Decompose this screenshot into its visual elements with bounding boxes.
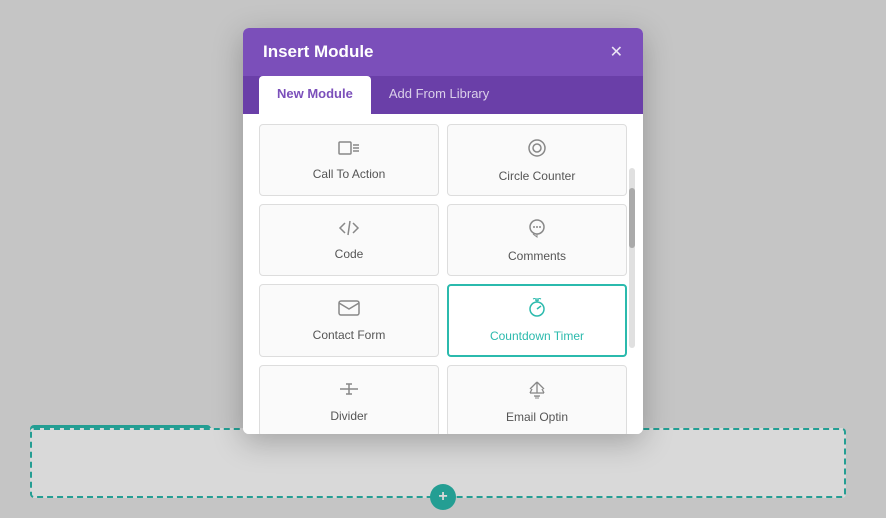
comments-label: Comments (508, 249, 566, 263)
divider-label: Divider (330, 409, 367, 423)
modal-close-button[interactable]: ✕ (610, 42, 623, 62)
module-email-optin[interactable]: Email Optin (447, 365, 627, 434)
countdown-timer-icon (527, 298, 547, 323)
tab-new-module[interactable]: New Module (259, 76, 371, 114)
contact-form-icon (338, 299, 360, 322)
call-to-action-label: Call To Action (313, 167, 386, 181)
tab-bar: New Module Add From Library (243, 76, 643, 114)
modal-header: Insert Module ✕ (243, 28, 643, 76)
contact-form-label: Contact Form (313, 328, 386, 342)
module-grid: Call To Action Circle Counter (243, 114, 643, 434)
email-optin-label: Email Optin (506, 410, 568, 424)
module-circle-counter[interactable]: Circle Counter (447, 124, 627, 196)
module-code[interactable]: Code (259, 204, 439, 276)
insert-module-modal: Insert Module ✕ New Module Add From Libr… (243, 28, 643, 434)
comments-icon (526, 218, 548, 243)
call-to-action-icon (338, 140, 360, 161)
module-contact-form[interactable]: Contact Form (259, 284, 439, 357)
countdown-timer-label: Countdown Timer (490, 329, 584, 343)
code-icon (338, 220, 360, 241)
module-divider[interactable]: Divider (259, 365, 439, 434)
modal-title: Insert Module (263, 42, 374, 62)
circle-counter-label: Circle Counter (499, 169, 576, 183)
module-call-to-action[interactable]: Call To Action (259, 124, 439, 196)
tab-add-from-library[interactable]: Add From Library (371, 76, 507, 114)
module-comments[interactable]: Comments (447, 204, 627, 276)
code-label: Code (335, 247, 364, 261)
email-optin-icon (526, 379, 548, 404)
modal-overlay: Insert Module ✕ New Module Add From Libr… (0, 0, 886, 518)
module-countdown-timer[interactable]: Countdown Timer (447, 284, 627, 357)
circle-counter-icon (527, 138, 547, 163)
divider-icon (338, 380, 360, 403)
